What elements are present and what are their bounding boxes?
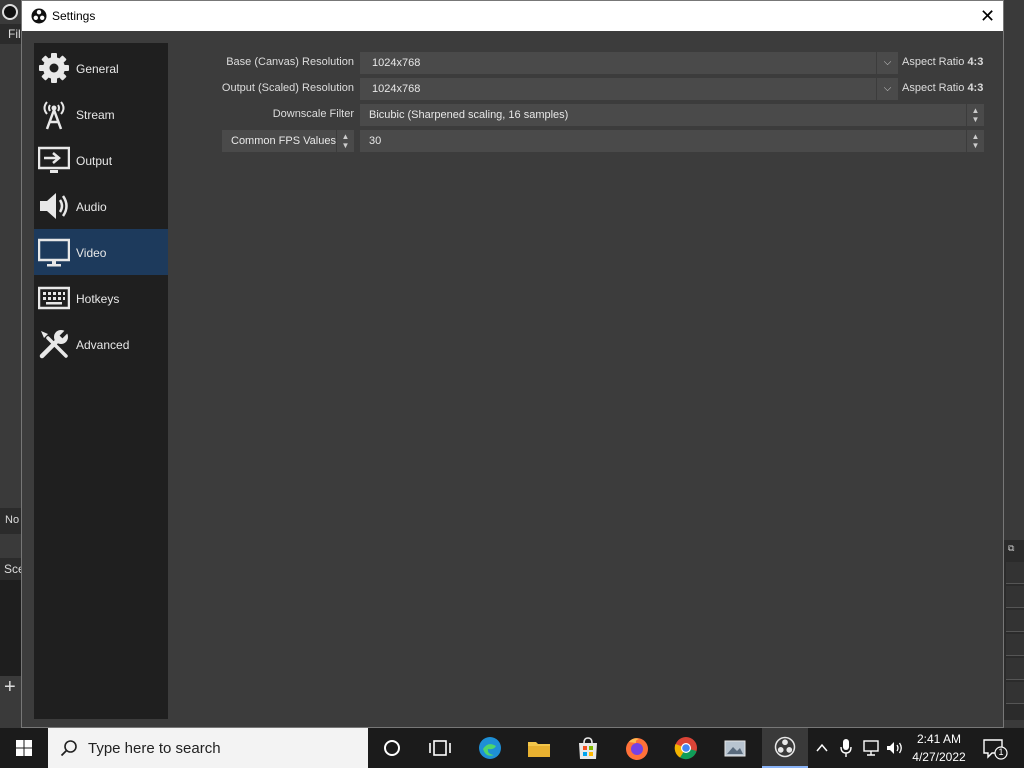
firefox-icon[interactable] bbox=[623, 734, 651, 762]
sidebar-item-label: Output bbox=[76, 154, 113, 168]
microsoft-store-icon[interactable] bbox=[574, 734, 602, 762]
search-placeholder: Type here to search bbox=[88, 740, 221, 757]
chevron-up-icon[interactable] bbox=[814, 740, 830, 756]
dialog-title: Settings bbox=[52, 9, 96, 23]
close-button[interactable]: ✕ bbox=[972, 1, 1003, 31]
dock-row[interactable] bbox=[1006, 562, 1024, 584]
downscale-filter-combo[interactable]: Bicubic (Sharpened scaling, 16 samples) … bbox=[360, 104, 984, 126]
gear-icon bbox=[39, 53, 69, 83]
clock-date[interactable]: 4/27/2022 bbox=[908, 750, 970, 764]
base-resolution-combo[interactable]: 1024x768 ⌵ bbox=[360, 52, 898, 74]
keyboard-icon bbox=[38, 286, 70, 310]
obs-logo-icon bbox=[2, 4, 18, 20]
tools-icon bbox=[39, 328, 70, 359]
sidebar-item-label: Advanced bbox=[76, 338, 130, 352]
dock-row[interactable] bbox=[1006, 610, 1024, 632]
speaker-icon bbox=[40, 193, 68, 219]
file-explorer-icon[interactable] bbox=[525, 734, 553, 762]
microphone-icon[interactable] bbox=[838, 738, 854, 758]
taskbar-search-box[interactable]: Type here to search bbox=[48, 728, 368, 768]
sidebar-item-video[interactable]: Video bbox=[34, 229, 168, 275]
dock-row[interactable] bbox=[1006, 586, 1024, 608]
aspect-ratio-label: Aspect Ratio bbox=[902, 56, 965, 68]
output-aspect-ratio: Aspect Ratio 4:3 bbox=[902, 82, 983, 94]
dock-row[interactable] bbox=[1006, 634, 1024, 656]
fps-value-combo[interactable]: 30 ▲ ▼ bbox=[360, 130, 984, 152]
downscale-filter-label: Downscale Filter bbox=[272, 108, 354, 120]
sidebar-item-advanced[interactable]: Advanced bbox=[34, 321, 168, 367]
photos-app-icon[interactable] bbox=[721, 734, 749, 762]
cortana-icon[interactable] bbox=[378, 734, 406, 762]
edge-icon[interactable] bbox=[476, 734, 504, 762]
base-aspect-ratio: Aspect Ratio 4:3 bbox=[902, 56, 983, 68]
task-view-icon[interactable] bbox=[426, 734, 454, 762]
sidebar-item-label: Video bbox=[76, 246, 107, 260]
updown-arrows-icon[interactable]: ▲ ▼ bbox=[336, 130, 354, 152]
updown-arrows-icon[interactable]: ▲ ▼ bbox=[966, 130, 984, 152]
windows-taskbar: Type here to search 2:41 AM 4/27/2022 1 bbox=[0, 728, 1024, 768]
chevron-down-icon[interactable]: ⌵ bbox=[876, 78, 898, 100]
broadcast-icon bbox=[43, 101, 65, 130]
base-resolution-label: Base (Canvas) Resolution bbox=[226, 56, 354, 68]
sidebar-item-hotkeys[interactable]: Hotkeys bbox=[34, 275, 168, 321]
output-icon bbox=[38, 146, 70, 173]
dock-float-icon[interactable]: ⧉ bbox=[1008, 543, 1014, 554]
aspect-ratio-label: Aspect Ratio bbox=[902, 82, 965, 94]
sidebar-item-label: General bbox=[76, 62, 119, 76]
dock-row[interactable] bbox=[1006, 682, 1024, 704]
updown-arrows-icon[interactable]: ▲ ▼ bbox=[966, 104, 984, 126]
sidebar-item-output[interactable]: Output bbox=[34, 137, 168, 183]
sidebar-item-label: Hotkeys bbox=[76, 292, 120, 306]
chrome-icon[interactable] bbox=[672, 734, 700, 762]
downscale-filter-value: Bicubic (Sharpened scaling, 16 samples) bbox=[369, 109, 569, 121]
fps-type-value: Common FPS Values bbox=[231, 135, 336, 147]
output-resolution-combo[interactable]: 1024x768 ⌵ bbox=[360, 78, 898, 100]
scenes-header-partial: Sce bbox=[0, 558, 22, 580]
windows-start-icon[interactable] bbox=[0, 728, 48, 768]
sidebar-item-label: Stream bbox=[76, 108, 115, 122]
sidebar-item-label: Audio bbox=[76, 200, 107, 214]
volume-icon[interactable] bbox=[885, 739, 905, 757]
network-icon[interactable] bbox=[862, 739, 882, 757]
output-resolution-value: 1024x768 bbox=[372, 83, 421, 95]
settings-dialog: Settings ✕ General Stream Output Audio V… bbox=[21, 0, 1004, 728]
monitor-icon bbox=[38, 238, 70, 267]
base-resolution-value: 1024x768 bbox=[372, 57, 421, 69]
fps-type-combo[interactable]: Common FPS Values ▲ ▼ bbox=[222, 130, 354, 152]
dock-row[interactable] bbox=[1006, 658, 1024, 680]
clock-time[interactable]: 2:41 AM bbox=[908, 732, 970, 746]
output-resolution-label: Output (Scaled) Resolution bbox=[221, 82, 354, 94]
dialog-titlebar[interactable]: Settings ✕ bbox=[22, 1, 1003, 31]
scenes-list[interactable] bbox=[0, 580, 22, 676]
obs-logo-icon bbox=[31, 8, 47, 24]
obs-taskbar-icon[interactable] bbox=[762, 728, 808, 768]
sidebar-item-audio[interactable]: Audio bbox=[34, 183, 168, 229]
status-partial: No bbox=[0, 508, 22, 534]
aspect-ratio-value: 4:3 bbox=[967, 56, 984, 68]
notification-count: 1 bbox=[998, 747, 1004, 757]
search-icon bbox=[60, 740, 77, 757]
chevron-down-icon[interactable]: ⌵ bbox=[876, 52, 898, 74]
fps-value: 30 bbox=[369, 135, 382, 147]
file-menu-partial[interactable]: Fil bbox=[0, 24, 22, 44]
settings-sidebar: General Stream Output Audio Video Hotkey… bbox=[34, 43, 168, 719]
sidebar-item-stream[interactable]: Stream bbox=[34, 91, 168, 137]
sidebar-item-general[interactable]: General bbox=[34, 45, 168, 91]
aspect-ratio-value: 4:3 bbox=[967, 82, 984, 94]
